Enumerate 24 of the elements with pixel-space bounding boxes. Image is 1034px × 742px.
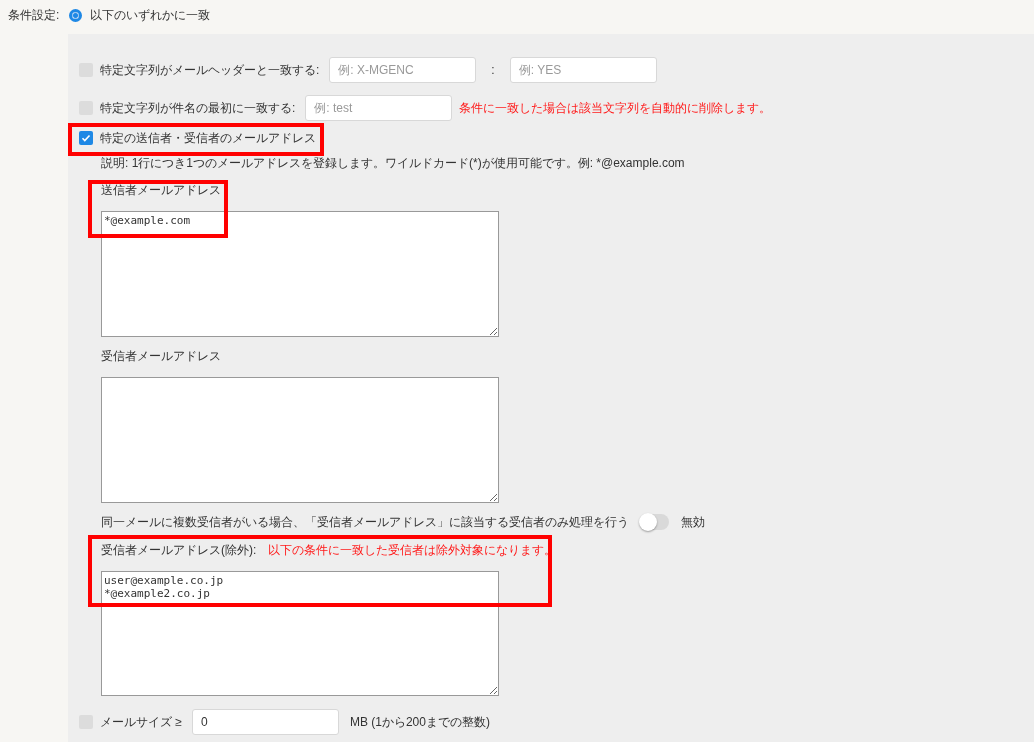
radio-button[interactable]	[69, 8, 82, 22]
radio-label: 以下のいずれかに一致	[90, 6, 210, 24]
input-field[interactable]: *@example.com	[101, 211, 499, 337]
checkbox[interactable]	[79, 131, 93, 145]
toggle-state-label: 無効	[681, 513, 705, 531]
input-field[interactable]	[101, 377, 499, 503]
separator-text: :	[491, 63, 495, 77]
checkmark-icon	[81, 133, 91, 143]
setting-label: 条件設定:	[8, 6, 61, 24]
field-label: 送信者メールアドレス	[101, 182, 222, 199]
condition-label: メールサイズ ≥	[100, 713, 182, 731]
field-label: 受信者メールアドレス	[101, 348, 222, 365]
note-text: 以下の条件に一致した受信者は除外対象になります。	[268, 541, 557, 559]
note-text: 条件に一致した場合は該当文字列を自動的に削除します。	[459, 99, 772, 117]
input-field[interactable]: user@example.co.jp *@example2.co.jp	[101, 571, 499, 696]
description-text: 説明: 1行につき1つのメールアドレスを登録します。ワイルドカード(*)が使用可能です。例: *@example.com	[101, 155, 686, 172]
unit-text: MB (1から200までの整数)	[349, 713, 490, 731]
input-field[interactable]: 0	[191, 709, 339, 735]
field-label: 受信者メールアドレス(除外):	[101, 541, 257, 559]
toggle-switch[interactable]	[641, 514, 669, 530]
condition-label: 特定の送信者・受信者のメールアドレス	[100, 129, 316, 147]
option-label: 同一メールに複数受信者がいる場合、「受信者メールアドレス」に該当する受信者のみ処理を行う	[101, 513, 629, 531]
condition-label: 特定文字列が件名の最初に一致する:	[100, 99, 296, 117]
condition-label: 特定文字列がメールヘッダーと一致する:	[100, 61, 320, 79]
